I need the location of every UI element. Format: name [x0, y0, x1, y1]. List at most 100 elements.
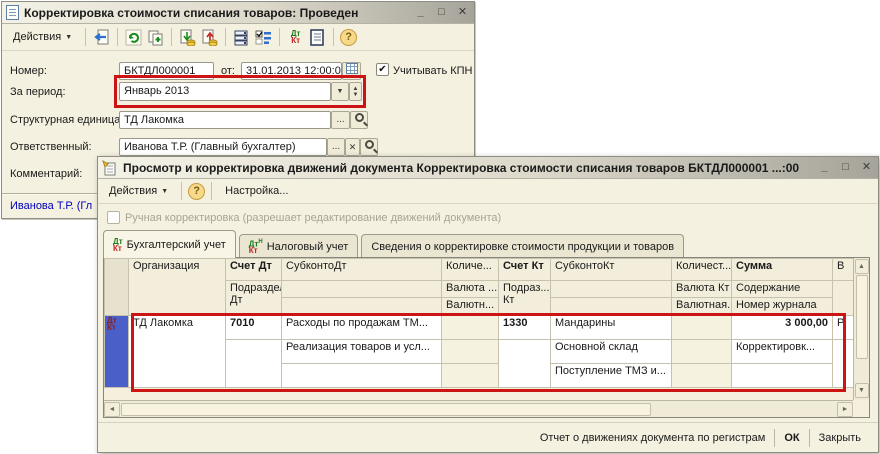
chevron-down-icon: ▼ [161, 188, 168, 195]
calendar-icon [346, 63, 358, 74]
journal-icon[interactable] [308, 28, 327, 47]
number-label: Номер: [10, 65, 47, 77]
responsible-search-button[interactable] [360, 138, 378, 156]
magnifier-icon [365, 140, 374, 149]
cell-subconto-kt-2[interactable]: Основной склад [551, 340, 672, 364]
close-icon[interactable]: ✕ [455, 5, 470, 20]
post-document-icon[interactable] [178, 28, 197, 47]
kpn-checkbox[interactable]: ✔ [376, 63, 389, 76]
col-header-qty-kt[interactable]: Количест... [672, 259, 732, 281]
col-header-debit-sub[interactable]: Подраздел... Дт [226, 281, 282, 316]
responsible-label: Ответственный: [10, 141, 92, 153]
responsible-clear-button[interactable]: ✕ [345, 138, 360, 156]
movements-settings-icon[interactable] [254, 28, 273, 47]
copy-add-icon[interactable] [146, 28, 165, 47]
bottom-button-bar: Отчет о движениях документа по регистрам… [98, 422, 878, 452]
col-header-curamt-kt[interactable]: Валютная... [672, 298, 732, 316]
footer-responsible-link[interactable]: Иванова Т.Р. (Гл [10, 200, 92, 212]
help-icon[interactable]: ? [340, 29, 357, 46]
cell-subconto-kt-3[interactable]: Поступление ТМЗ и... [551, 364, 672, 388]
settings-button[interactable]: Настройка... [218, 182, 295, 200]
period-input[interactable]: Январь 2013 [119, 82, 331, 101]
tab-cost-adjustment-info[interactable]: Сведения о корректировке стоимости проду… [361, 234, 684, 258]
period-spinner[interactable]: ▲ ▼ [349, 82, 362, 101]
col-header-content[interactable]: Содержание [732, 281, 833, 298]
col-header-org[interactable]: Организация [129, 259, 226, 316]
col-header-credit-sub[interactable]: Подраз... Кт [499, 281, 551, 316]
col-header-qty-dt[interactable]: Количе... [442, 259, 499, 281]
unit-input[interactable]: ТД Лакомка [119, 111, 331, 129]
cell-extra[interactable]: Р [833, 316, 854, 340]
unit-search-button[interactable] [350, 111, 368, 129]
date-input[interactable]: 31.01.2013 12:00:00 [241, 62, 342, 80]
vertical-scroll-thumb[interactable] [856, 275, 868, 359]
cell-sum[interactable]: 3 000,00 [732, 316, 833, 340]
number-input[interactable]: БКТДЛ000001 [119, 62, 214, 80]
ok-button[interactable]: ОК [775, 429, 808, 447]
actions-button[interactable]: Действия ▼ [102, 182, 175, 200]
report-movements-button[interactable]: Отчет о движениях документа по регистрам [531, 429, 775, 447]
col-header-extra[interactable]: В [833, 259, 854, 281]
col-header-subconto-dt[interactable]: СубконтоДт [282, 259, 442, 281]
close-icon[interactable]: ✕ [859, 160, 874, 175]
spin-down-icon: ▼ [350, 92, 361, 98]
cell-org[interactable]: ТД Лакомка [129, 316, 226, 388]
unit-label: Структурная единица: [10, 114, 123, 126]
movements-list-icon[interactable] [232, 28, 251, 47]
dtkt-icon: Дт Кт [113, 238, 123, 252]
back-window-toolbar: Действия ▼ Дт Кт [2, 24, 474, 51]
unpost-document-icon[interactable] [200, 28, 219, 47]
cell-subconto-dt-2[interactable]: Реализация товаров и усл... [282, 340, 442, 364]
help-icon[interactable]: ? [188, 183, 205, 200]
unit-select-button[interactable]: ... [331, 111, 350, 129]
table-corner [105, 259, 129, 316]
col-header-journal[interactable]: Номер журнала [732, 298, 833, 316]
col-header-sum[interactable]: Сумма [732, 259, 833, 281]
minimize-icon[interactable]: _ [817, 160, 832, 175]
scroll-right-icon[interactable]: ► [837, 402, 853, 417]
cell-debit-account[interactable]: 7010 [226, 316, 282, 340]
refresh-icon[interactable] [124, 28, 143, 47]
maximize-icon[interactable]: □ [434, 5, 449, 20]
cell-subconto-kt-1[interactable]: Мандарины [551, 316, 672, 340]
vertical-scrollbar[interactable]: ▲ ▼ [853, 258, 869, 400]
responsible-select-button[interactable]: ... [327, 138, 345, 156]
scroll-down-icon[interactable]: ▼ [855, 383, 869, 398]
period-label: За период: [10, 86, 66, 98]
tab-accounting[interactable]: Дт Кт Бухгалтерский учет [103, 230, 236, 258]
magnifier-icon [355, 113, 364, 122]
tab-tax[interactable]: ДтН Кт Налоговый учет [239, 234, 359, 258]
col-header-curamt-dt[interactable]: Валютн... [442, 298, 499, 316]
col-header-cur-kt[interactable]: Валюта Кт [672, 281, 732, 298]
col-header-subconto-kt[interactable]: СубконтоКт [551, 259, 672, 281]
horizontal-scroll-thumb[interactable] [121, 403, 651, 416]
col-header-cur-dt[interactable]: Валюта ... [442, 281, 499, 298]
calendar-button[interactable] [342, 62, 361, 80]
navigate-icon[interactable] [92, 28, 111, 47]
actions-button[interactable]: Действия ▼ [6, 28, 79, 46]
table-row[interactable]: ДтКт ТД Лакомка 7010 Расходы по продажам… [105, 316, 854, 340]
manual-adjust-checkbox[interactable] [107, 211, 120, 224]
movements-window[interactable]: Просмотр и корректировка движений докуме… [97, 156, 879, 453]
back-window-titlebar[interactable]: Корректировка стоимости списания товаров… [2, 2, 474, 24]
responsible-input[interactable]: Иванова Т.Р. (Главный бухгалтер) [119, 138, 327, 156]
row-marker-dtkt-icon[interactable]: ДтКт [105, 316, 129, 388]
front-window-titlebar[interactable]: Просмотр и корректировка движений докуме… [98, 157, 878, 179]
postings-table[interactable]: Организация Счет Дт СубконтоДт Количе...… [103, 257, 870, 418]
col-header-debit[interactable]: Счет Дт [226, 259, 282, 281]
dtkt-postings-icon[interactable]: Дт Кт [286, 28, 305, 47]
cell-credit-account[interactable]: 1330 [499, 316, 551, 340]
cell-subconto-dt-1[interactable]: Расходы по продажам ТМ... [282, 316, 442, 340]
back-window-title: Корректировка стоимости списания товаров… [24, 6, 407, 20]
cell-content[interactable]: Корректировк... [732, 340, 833, 364]
close-button[interactable]: Закрыть [810, 429, 870, 447]
horizontal-scrollbar[interactable]: ◄ ► [104, 400, 853, 417]
maximize-icon[interactable]: □ [838, 160, 853, 175]
scroll-up-icon[interactable]: ▲ [855, 259, 869, 274]
comment-label: Комментарий: [10, 168, 82, 180]
cell-subconto-dt-3[interactable] [282, 364, 442, 388]
period-dropdown-button[interactable]: ▼ [331, 82, 349, 101]
scroll-left-icon[interactable]: ◄ [104, 402, 120, 417]
minimize-icon[interactable]: _ [413, 5, 428, 20]
col-header-credit[interactable]: Счет Кт [499, 259, 551, 281]
